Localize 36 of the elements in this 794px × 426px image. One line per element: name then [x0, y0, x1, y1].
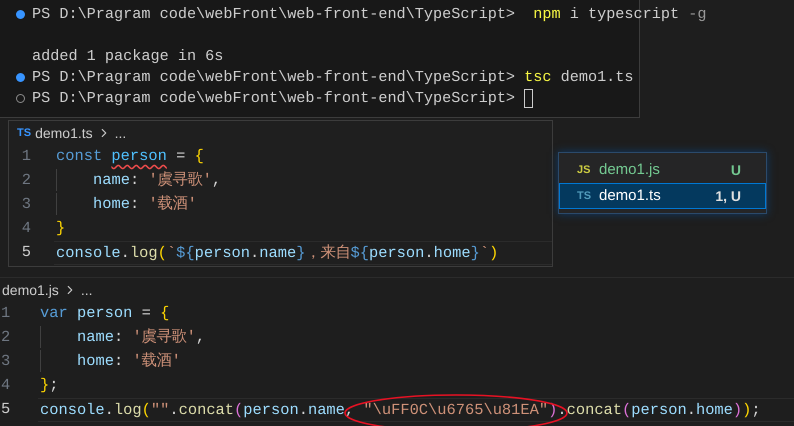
- code-line: };: [39, 375, 60, 396]
- line-number: 4: [0, 375, 12, 396]
- line-number: 1: [20, 146, 32, 168]
- line-number: 2: [0, 327, 12, 348]
- breadcrumb-more[interactable]: ...: [80, 280, 92, 300]
- file-type-label: TS: [577, 188, 592, 204]
- file-list-item[interactable]: JS demo1.js U: [559, 157, 766, 183]
- breadcrumb-file[interactable]: demo1.ts: [35, 122, 93, 144]
- file-type-label: JS: [577, 162, 592, 178]
- breadcrumb-file[interactable]: demo1.js: [2, 280, 59, 300]
- code-line: name: '虞寻歌',: [54, 169, 552, 193]
- line-number: 5: [20, 242, 32, 264]
- code-line: console.log(`${person.name}，来自${person.home}`): [54, 241, 552, 265]
- line-number: 2: [20, 170, 32, 192]
- file-list-item[interactable]: TS demo1.ts 1, U: [559, 183, 766, 209]
- line-number: 4: [20, 218, 32, 240]
- terminal-line: PS D:\Pragram code\webFront\web-front-end\TypeScript> tsc demo1.ts: [32, 67, 634, 88]
- code-line: }: [55, 218, 66, 239]
- line-number: 5: [0, 399, 12, 420]
- file-name: demo1.js: [599, 160, 661, 180]
- file-name: demo1.ts: [599, 186, 662, 206]
- code-line: const person = {: [55, 146, 205, 167]
- terminal-line: PS D:\Pragram code\webFront\web-front-end\TypeScript>: [32, 88, 516, 109]
- code-line: var person = {: [39, 303, 170, 324]
- code-line: name: '虞寻歌',: [38, 326, 794, 350]
- terminal-line: PS D:\Pragram code\webFront\web-front-end\TypeScript> npm i typescript -g: [32, 4, 706, 25]
- line-number: 1: [0, 303, 12, 324]
- terminal-line: added 1 package in 6s: [32, 46, 224, 67]
- git-status: 1, U: [715, 186, 741, 206]
- git-status: U: [730, 160, 741, 180]
- line-number: 3: [20, 194, 32, 216]
- file-type-label: TS: [17, 126, 32, 141]
- breadcrumb-more[interactable]: ...: [114, 122, 126, 144]
- line-number: 3: [0, 351, 12, 372]
- code-line: home: '载酒': [54, 193, 552, 217]
- code-line: home: '载酒': [38, 350, 794, 374]
